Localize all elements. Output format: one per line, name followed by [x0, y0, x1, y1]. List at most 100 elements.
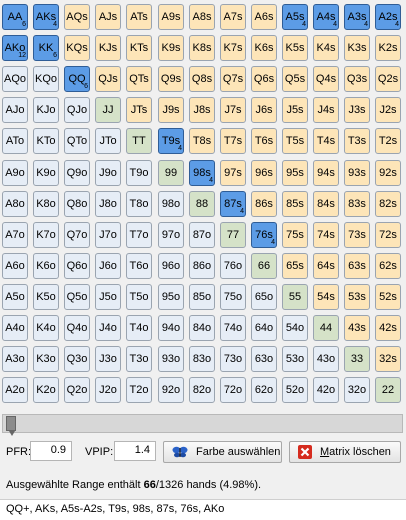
hand-cell-AJo[interactable]: AJo [2, 97, 28, 123]
hand-cell-KQs[interactable]: KQs [64, 35, 90, 61]
hand-cell-85o[interactable]: 85o [189, 284, 215, 310]
hand-cell-74s[interactable]: 74s [313, 222, 339, 248]
hand-cell-73s[interactable]: 73s [344, 222, 370, 248]
hand-cell-53o[interactable]: 53o [282, 346, 308, 372]
hand-cell-Q9o[interactable]: Q9o [64, 160, 90, 186]
hand-cell-A5s[interactable]: A5s 4 [282, 4, 308, 30]
hand-cell-J7o[interactable]: J7o [95, 222, 121, 248]
hand-cell-94o[interactable]: 94o [158, 315, 184, 341]
hand-cell-42s[interactable]: 42s [375, 315, 401, 341]
hand-cell-97s[interactable]: 97s [220, 160, 246, 186]
hand-cell-96s[interactable]: 96s [251, 160, 277, 186]
hand-cell-52o[interactable]: 52o [282, 377, 308, 403]
hand-cell-J5o[interactable]: J5o [95, 284, 121, 310]
hand-cell-QTs[interactable]: QTs [126, 66, 152, 92]
hand-cell-J9o[interactable]: J9o [95, 160, 121, 186]
hand-cell-88[interactable]: 88 [189, 191, 215, 217]
hand-cell-Q4s[interactable]: Q4s [313, 66, 339, 92]
hand-cell-K9s[interactable]: K9s [158, 35, 184, 61]
hand-cell-Q3s[interactable]: Q3s [344, 66, 370, 92]
hand-cell-K3s[interactable]: K3s [344, 35, 370, 61]
hand-cell-Q4o[interactable]: Q4o [64, 315, 90, 341]
hand-cell-63s[interactable]: 63s [344, 253, 370, 279]
hand-cell-72s[interactable]: 72s [375, 222, 401, 248]
hand-cell-Q8s[interactable]: Q8s [189, 66, 215, 92]
hand-cell-JTs[interactable]: JTs [126, 97, 152, 123]
hand-cell-84s[interactable]: 84s [313, 191, 339, 217]
hand-cell-KJo[interactable]: KJo [33, 97, 59, 123]
hand-cell-T8o[interactable]: T8o [126, 191, 152, 217]
hand-cell-K2o[interactable]: K2o [33, 377, 59, 403]
pfr-field[interactable]: 0.9 [30, 441, 72, 461]
hand-cell-83s[interactable]: 83s [344, 191, 370, 217]
hand-cell-Q6s[interactable]: Q6s [251, 66, 277, 92]
hand-cell-Q5s[interactable]: Q5s [282, 66, 308, 92]
hand-list-field[interactable]: QQ+, AKs, A5s-A2s, T9s, 98s, 87s, 76s, A… [0, 499, 406, 520]
hand-cell-T5o[interactable]: T5o [126, 284, 152, 310]
hand-cell-K6o[interactable]: K6o [33, 253, 59, 279]
hand-cell-75s[interactable]: 75s [282, 222, 308, 248]
hand-cell-K4s[interactable]: K4s [313, 35, 339, 61]
hand-cell-KQo[interactable]: KQo [33, 66, 59, 92]
hand-cell-A9o[interactable]: A9o [2, 160, 28, 186]
hand-cell-Q7o[interactable]: Q7o [64, 222, 90, 248]
hand-cell-A7s[interactable]: A7s [220, 4, 246, 30]
hand-cell-43o[interactable]: 43o [313, 346, 339, 372]
hand-cell-A7o[interactable]: A7o [2, 222, 28, 248]
hand-cell-A4o[interactable]: A4o [2, 315, 28, 341]
hand-cell-77[interactable]: 77 [220, 222, 246, 248]
hand-cell-T7s[interactable]: T7s [220, 128, 246, 154]
hand-cell-ATs[interactable]: ATs [126, 4, 152, 30]
hand-cell-22[interactable]: 22 [375, 377, 401, 403]
hand-cell-T6o[interactable]: T6o [126, 253, 152, 279]
hand-cell-TT[interactable]: TT [126, 128, 152, 154]
hand-cell-J4s[interactable]: J4s [313, 97, 339, 123]
hand-cell-J5s[interactable]: J5s [282, 97, 308, 123]
hand-cell-Q9s[interactable]: Q9s [158, 66, 184, 92]
hand-cell-T9o[interactable]: T9o [126, 160, 152, 186]
hand-cell-T7o[interactable]: T7o [126, 222, 152, 248]
hand-cell-86o[interactable]: 86o [189, 253, 215, 279]
hand-cell-73o[interactable]: 73o [220, 346, 246, 372]
hand-cell-AKs[interactable]: AKs 4 [33, 4, 59, 30]
hand-cell-QTo[interactable]: QTo [64, 128, 90, 154]
hand-cell-65o[interactable]: 65o [251, 284, 277, 310]
hand-cell-KTs[interactable]: KTs [126, 35, 152, 61]
hand-cell-AJs[interactable]: AJs [95, 4, 121, 30]
hand-cell-J8o[interactable]: J8o [95, 191, 121, 217]
hand-cell-Q3o[interactable]: Q3o [64, 346, 90, 372]
hand-cell-T5s[interactable]: T5s [282, 128, 308, 154]
hand-cell-99[interactable]: 99 [158, 160, 184, 186]
hand-cell-T9s[interactable]: T9s 4 [158, 128, 184, 154]
hand-cell-A9s[interactable]: A9s [158, 4, 184, 30]
hand-cell-62o[interactable]: 62o [251, 377, 277, 403]
hand-cell-A3s[interactable]: A3s 4 [344, 4, 370, 30]
hand-cell-K5o[interactable]: K5o [33, 284, 59, 310]
hand-cell-32s[interactable]: 32s [375, 346, 401, 372]
hand-cell-KTo[interactable]: KTo [33, 128, 59, 154]
hand-cell-64s[interactable]: 64s [313, 253, 339, 279]
hand-cell-JJ[interactable]: JJ [95, 97, 121, 123]
hand-cell-K7o[interactable]: K7o [33, 222, 59, 248]
hand-cell-63o[interactable]: 63o [251, 346, 277, 372]
hand-cell-98s[interactable]: 98s 4 [189, 160, 215, 186]
hand-cell-85s[interactable]: 85s [282, 191, 308, 217]
clear-matrix-button[interactable]: Matrix löschen [289, 441, 401, 463]
hand-cell-87o[interactable]: 87o [189, 222, 215, 248]
hand-cell-Q2s[interactable]: Q2s [375, 66, 401, 92]
hand-cell-K4o[interactable]: K4o [33, 315, 59, 341]
hand-cell-43s[interactable]: 43s [344, 315, 370, 341]
hand-cell-55[interactable]: 55 [282, 284, 308, 310]
hand-cell-Q8o[interactable]: Q8o [64, 191, 90, 217]
hand-cell-QJo[interactable]: QJo [64, 97, 90, 123]
hand-cell-AA[interactable]: AA 6 [2, 4, 28, 30]
hand-cell-A6s[interactable]: A6s [251, 4, 277, 30]
hand-cell-74o[interactable]: 74o [220, 315, 246, 341]
hand-cell-76s[interactable]: 76s 4 [251, 222, 277, 248]
hand-cell-T2s[interactable]: T2s [375, 128, 401, 154]
hand-cell-53s[interactable]: 53s [344, 284, 370, 310]
hand-cell-T3s[interactable]: T3s [344, 128, 370, 154]
hand-cell-J7s[interactable]: J7s [220, 97, 246, 123]
hand-cell-J3s[interactable]: J3s [344, 97, 370, 123]
hand-cell-84o[interactable]: 84o [189, 315, 215, 341]
